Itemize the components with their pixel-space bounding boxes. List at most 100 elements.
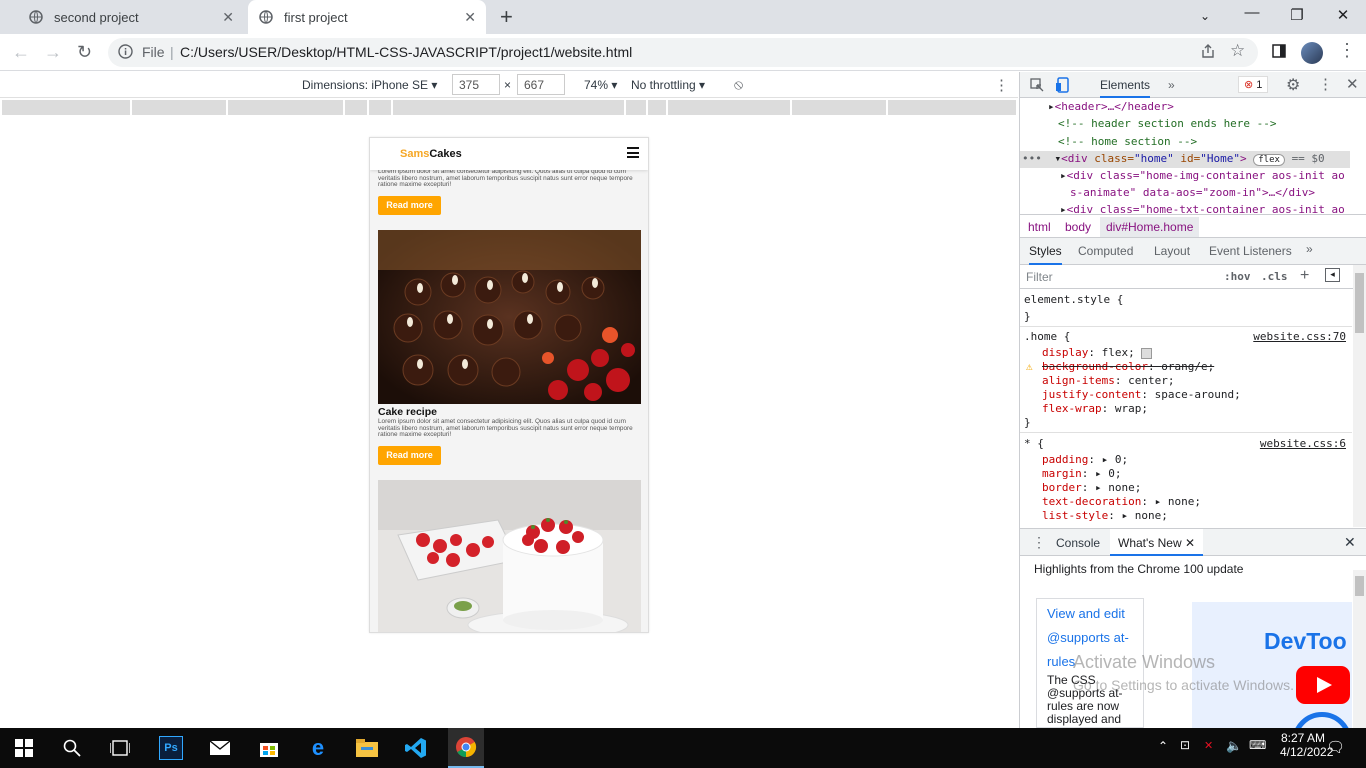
source-link[interactable]: website.css:70 [1253,330,1346,343]
task-view-icon[interactable] [108,736,132,760]
url-text[interactable]: C:/Users/USER/Desktop/HTML-CSS-JAVASCRIP… [180,44,632,60]
dom-node[interactable]: <div class="home-txt-container aos-init … [1067,203,1345,214]
tab-first-project[interactable]: first project ✕ [248,0,486,34]
css-property[interactable]: margin [1042,467,1082,480]
close-tab-icon[interactable]: ✕ [464,9,476,26]
tab-search-icon[interactable]: ⌄ [1195,9,1215,23]
back-icon[interactable]: ← [12,42,30,63]
height-input[interactable]: 667 [517,74,565,95]
tab-elements[interactable]: Elements [1100,78,1151,98]
reload-icon[interactable]: ↻ [77,42,92,63]
windows-start-icon[interactable] [12,736,36,760]
bookmark-star-icon[interactable]: ☆ [1230,41,1245,61]
width-input[interactable]: 375 [452,74,500,95]
breadcrumb-div[interactable]: div#Home.home [1100,217,1200,237]
css-property[interactable]: align-items [1042,374,1115,387]
devtools-menu-icon[interactable]: ⋮ [1318,75,1333,93]
info-icon[interactable] [118,44,133,62]
photoshop-icon[interactable]: Ps [159,736,183,760]
dom-comment[interactable]: <!-- home section --> [1058,135,1197,148]
source-link[interactable]: website.css:6 [1260,437,1346,450]
share-icon[interactable] [1200,43,1216,62]
rotate-icon[interactable]: ⦸ [734,76,743,93]
cls-toggle[interactable]: .cls [1261,270,1288,283]
close-drawer-icon[interactable]: ✕ [1344,534,1356,551]
side-panel-icon[interactable] [1272,44,1286,61]
whats-new-video-thumbnail[interactable]: DevToo [1192,602,1352,728]
network-error-icon[interactable]: ✕ [1204,739,1213,752]
tab-whats-new[interactable]: What's New ✕ [1110,529,1204,556]
dom-node[interactable]: s-animate" data-aos="zoom-in">…</div> [1070,186,1315,199]
add-rule-icon[interactable]: + [1300,267,1309,285]
settings-gear-icon[interactable]: ⚙ [1286,75,1300,95]
tab-console[interactable]: Console [1056,536,1100,550]
device-toggle-icon[interactable] [1056,77,1070,96]
dom-node[interactable]: <header>…</header> [1055,100,1174,113]
error-counter[interactable]: ⊗ 1 [1238,76,1269,93]
hamburger-menu-icon[interactable] [627,147,639,161]
zoom-select[interactable]: 74% ▾ [584,78,617,92]
close-tab-icon[interactable]: ✕ [222,9,234,26]
tab-second-project[interactable]: second project ✕ [8,0,244,34]
flexbox-editor-icon[interactable] [1141,347,1153,359]
device-select[interactable]: Dimensions: iPhone SE ▾ [302,78,437,92]
more-options-icon[interactable]: ⋮ [994,76,1009,94]
close-tab-icon[interactable]: ✕ [1185,536,1195,550]
volume-icon[interactable]: 🔈 [1226,738,1242,754]
css-property[interactable]: border [1042,481,1082,494]
close-devtools-icon[interactable]: ✕ [1346,75,1359,93]
tab-event-listeners[interactable]: Event Listeners [1209,244,1292,258]
css-property[interactable]: text-decoration [1042,495,1141,508]
read-more-button[interactable]: Read more [378,196,441,215]
more-tabs-icon[interactable]: » [1306,242,1313,256]
css-property[interactable]: justify-content [1042,388,1141,401]
tab-layout[interactable]: Layout [1154,244,1190,258]
css-property[interactable]: padding [1042,453,1088,466]
file-explorer-icon[interactable] [355,736,379,760]
css-property[interactable]: flex-wrap [1042,402,1102,415]
css-property[interactable]: list-style [1042,509,1108,522]
throttling-select[interactable]: No throttling ▾ [631,78,705,92]
expand-arrow-icon[interactable]: ▸ [1060,203,1067,214]
breadcrumb-html[interactable]: html [1028,220,1051,234]
filter-input[interactable]: Filter [1026,270,1053,284]
minimize-icon[interactable]: — [1242,4,1262,21]
youtube-play-icon[interactable] [1296,666,1350,704]
tab-computed[interactable]: Computed [1078,244,1133,258]
network-icon[interactable]: ⊡ [1180,738,1190,752]
dom-comment[interactable]: <!-- header section ends here --> [1058,117,1277,130]
styles-scrollbar[interactable] [1353,265,1366,527]
expand-arrow-icon[interactable]: ▸ [1048,100,1055,113]
store-icon[interactable] [257,736,281,760]
avatar[interactable] [1301,42,1323,64]
address-bar[interactable]: File | C:/Users/USER/Desktop/HTML-CSS-JA… [108,38,1258,67]
media-query-bar[interactable] [2,100,1016,115]
site-logo[interactable]: SamsCakes [400,148,462,160]
chrome-taskbar-button[interactable] [448,728,484,768]
css-property[interactable]: display [1042,346,1088,359]
clock[interactable]: 8:27 AM 4/12/2022 [1280,731,1333,759]
ime-icon[interactable]: ⌨ [1249,738,1266,752]
expand-arrow-icon[interactable]: ▸ [1060,169,1067,182]
rule-selector[interactable]: * { [1024,437,1044,450]
dom-node-selected[interactable]: ••• ▾<div class="home" id="Home"> flex =… [1020,151,1350,168]
read-more-button[interactable]: Read more [378,446,441,465]
inspect-element-icon[interactable] [1030,78,1044,95]
more-tabs-icon[interactable]: » [1168,78,1175,92]
edge-icon[interactable]: e [306,735,330,760]
css-property[interactable]: background-color [1042,360,1148,373]
show-hidden-icons[interactable]: ⌃ [1158,739,1168,753]
mail-icon[interactable] [208,736,232,760]
new-tab-button[interactable]: + [500,4,513,30]
close-window-icon[interactable]: ✕ [1333,6,1353,24]
breadcrumb-body[interactable]: body [1065,220,1091,234]
search-icon[interactable] [60,736,84,760]
drawer-scrollbar[interactable] [1353,570,1366,728]
rule-selector[interactable]: .home { [1024,330,1070,343]
tab-styles[interactable]: Styles [1029,244,1062,265]
toggle-sidebar-icon[interactable]: ◂ [1325,268,1340,282]
notifications-icon[interactable]: 🗨 [1326,738,1345,756]
vscode-icon[interactable] [404,736,428,760]
restore-icon[interactable]: ❐ [1287,6,1307,24]
dom-node[interactable]: <div class="home-img-container aos-init … [1067,169,1345,182]
